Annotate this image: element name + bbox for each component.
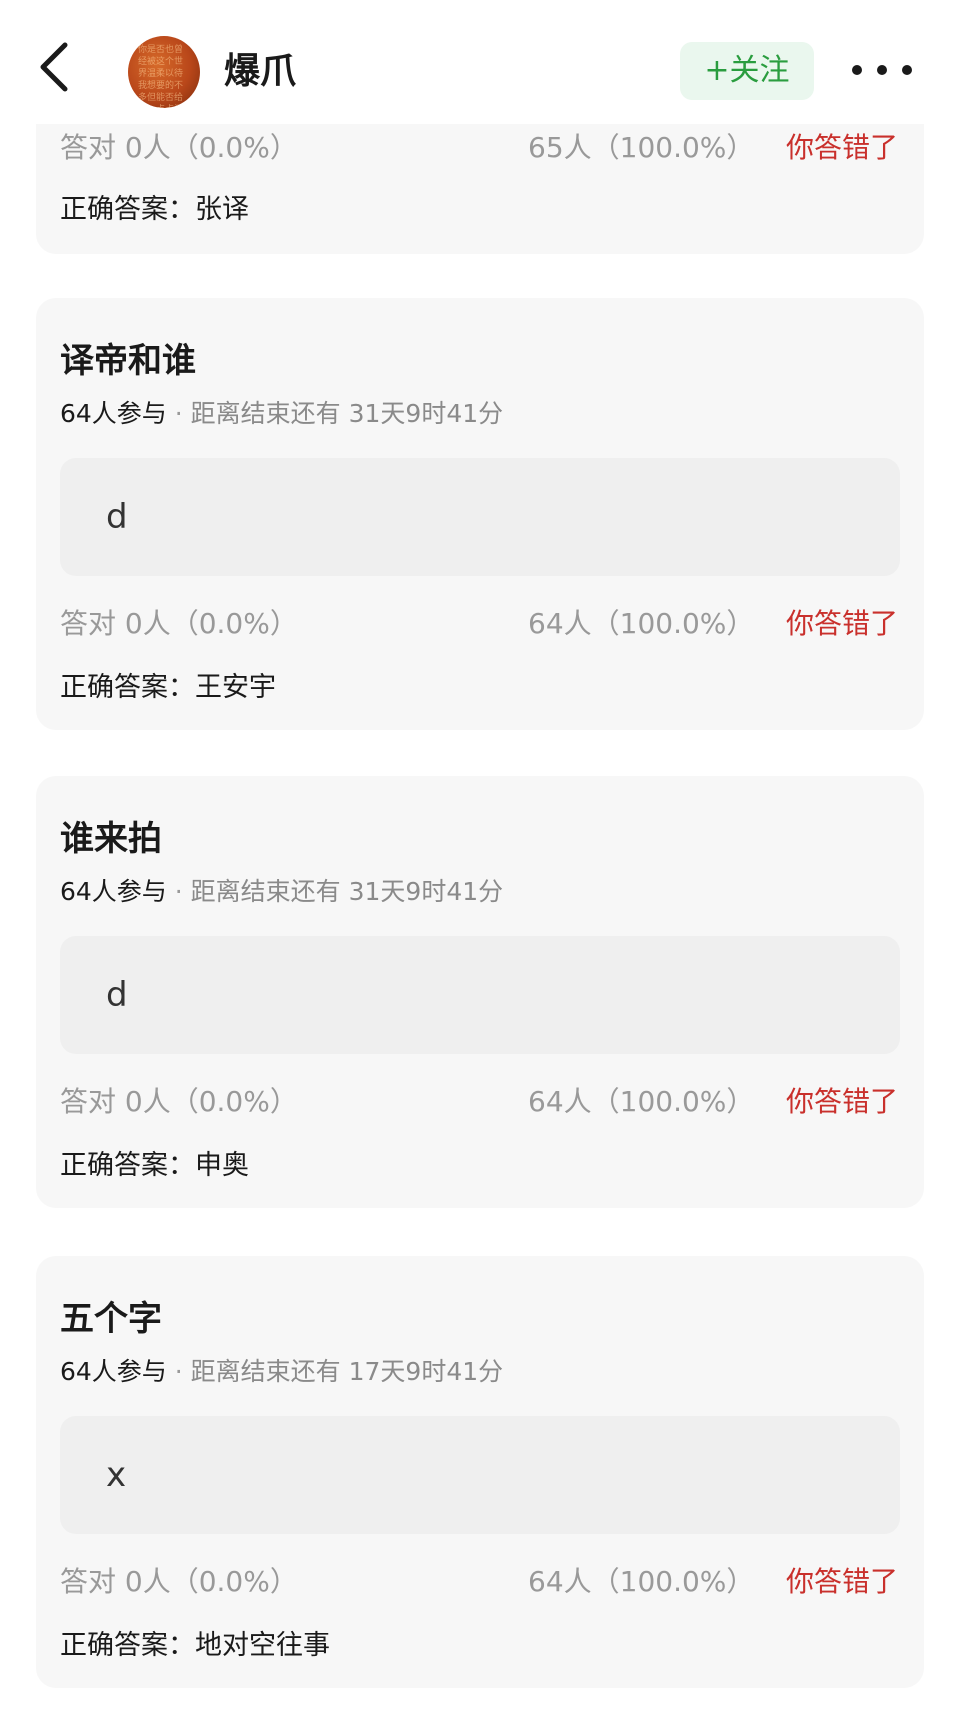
wrong-count: 64人（100.0%）	[528, 1085, 755, 1118]
participant-count: 64人参与	[60, 1357, 167, 1386]
result-label: 你答错了	[786, 1085, 899, 1118]
correct-answer: 正确答案：张译	[60, 194, 249, 225]
question-meta: 64人参与 · 距离结束还有 17天9时41分	[60, 1354, 503, 1390]
correct-answer: 正确答案：王安宇	[60, 672, 276, 703]
wrong-count: 64人（100.0%）	[528, 1565, 755, 1598]
question-title: 五个字	[60, 1299, 162, 1339]
quiz-card: 谁来拍 64人参与 · 距离结束还有 31天9时41分 d 答对 0人（0.0%…	[36, 776, 924, 1208]
my-answer-box[interactable]: d	[60, 458, 900, 576]
meta-separator: ·	[174, 877, 183, 906]
question-title: 译帝和谁	[60, 341, 196, 381]
correct-answer: 正确答案：申奥	[60, 1150, 249, 1181]
quiz-card: 五个字 64人参与 · 距离结束还有 17天9时41分 x 答对 0人（0.0%…	[36, 1256, 924, 1688]
result-label: 你答错了	[786, 607, 899, 640]
result-label: 你答错了	[786, 1565, 899, 1598]
more-dot	[852, 65, 862, 75]
question-meta: 64人参与 · 距离结束还有 31天9时41分	[60, 874, 503, 910]
my-answer-text: d	[106, 497, 128, 537]
time-remaining: 距离结束还有 31天9时41分	[190, 877, 504, 906]
stat-row: 答对 0人（0.0%） 64人（100.0%） 你答错了	[60, 1082, 900, 1122]
result-label: 你答错了	[786, 131, 899, 164]
meta-separator: ·	[174, 1357, 183, 1386]
more-button[interactable]	[852, 52, 912, 88]
correct-answer: 正确答案：地对空往事	[60, 1630, 330, 1661]
correct-count: 答对 0人（0.0%）	[60, 607, 298, 640]
stat-row: 答对 0人（0.0%） 64人（100.0%） 你答错了	[60, 604, 900, 644]
question-meta: 64人参与 · 距离结束还有 31天9时41分	[60, 396, 503, 432]
my-answer-box[interactable]: x	[60, 1416, 900, 1534]
time-remaining: 距离结束还有 31天9时41分	[190, 399, 504, 428]
wrong-count: 64人（100.0%）	[528, 607, 755, 640]
question-title: 谁来拍	[60, 819, 162, 859]
quiz-card: 译帝和谁 64人参与 · 距离结束还有 31天9时41分 d 答对 0人（0.0…	[36, 298, 924, 730]
correct-count: 答对 0人（0.0%）	[60, 1565, 298, 1598]
stat-row: 答对 0人（0.0%） 64人（100.0%） 你答错了	[60, 1562, 900, 1602]
chevron-left-icon	[37, 41, 71, 97]
correct-count: 答对 0人（0.0%）	[60, 1085, 298, 1118]
follow-button[interactable]: +关注	[680, 42, 814, 100]
top-bar: 你是否也曾经被这个世界温柔以待我想要的不多但能否给我一点点温暖 爆爪 +关注	[0, 0, 960, 124]
wrong-count: 65人（100.0%）	[528, 131, 755, 164]
correct-count: 答对 0人（0.0%）	[60, 131, 298, 164]
stat-row: 答对 0人（0.0%） 65人（100.0%） 你答错了	[60, 128, 900, 168]
participant-count: 64人参与	[60, 877, 167, 906]
time-remaining: 距离结束还有 17天9时41分	[190, 1357, 504, 1386]
avatar-text: 你是否也曾经被这个世界温柔以待我想要的不多但能否给我一点点温暖	[138, 45, 184, 108]
account-name[interactable]: 爆爪	[224, 44, 296, 100]
my-answer-box[interactable]: d	[60, 936, 900, 1054]
page: 答对 0人（0.0%） 65人（100.0%） 你答错了 正确答案：张译 译帝和…	[0, 0, 960, 1729]
back-button[interactable]	[30, 38, 78, 100]
participant-count: 64人参与	[60, 399, 167, 428]
more-dot	[877, 65, 887, 75]
more-dot	[902, 65, 912, 75]
avatar[interactable]: 你是否也曾经被这个世界温柔以待我想要的不多但能否给我一点点温暖	[128, 36, 200, 108]
my-answer-text: d	[106, 975, 128, 1015]
meta-separator: ·	[174, 399, 183, 428]
my-answer-text: x	[106, 1455, 127, 1495]
